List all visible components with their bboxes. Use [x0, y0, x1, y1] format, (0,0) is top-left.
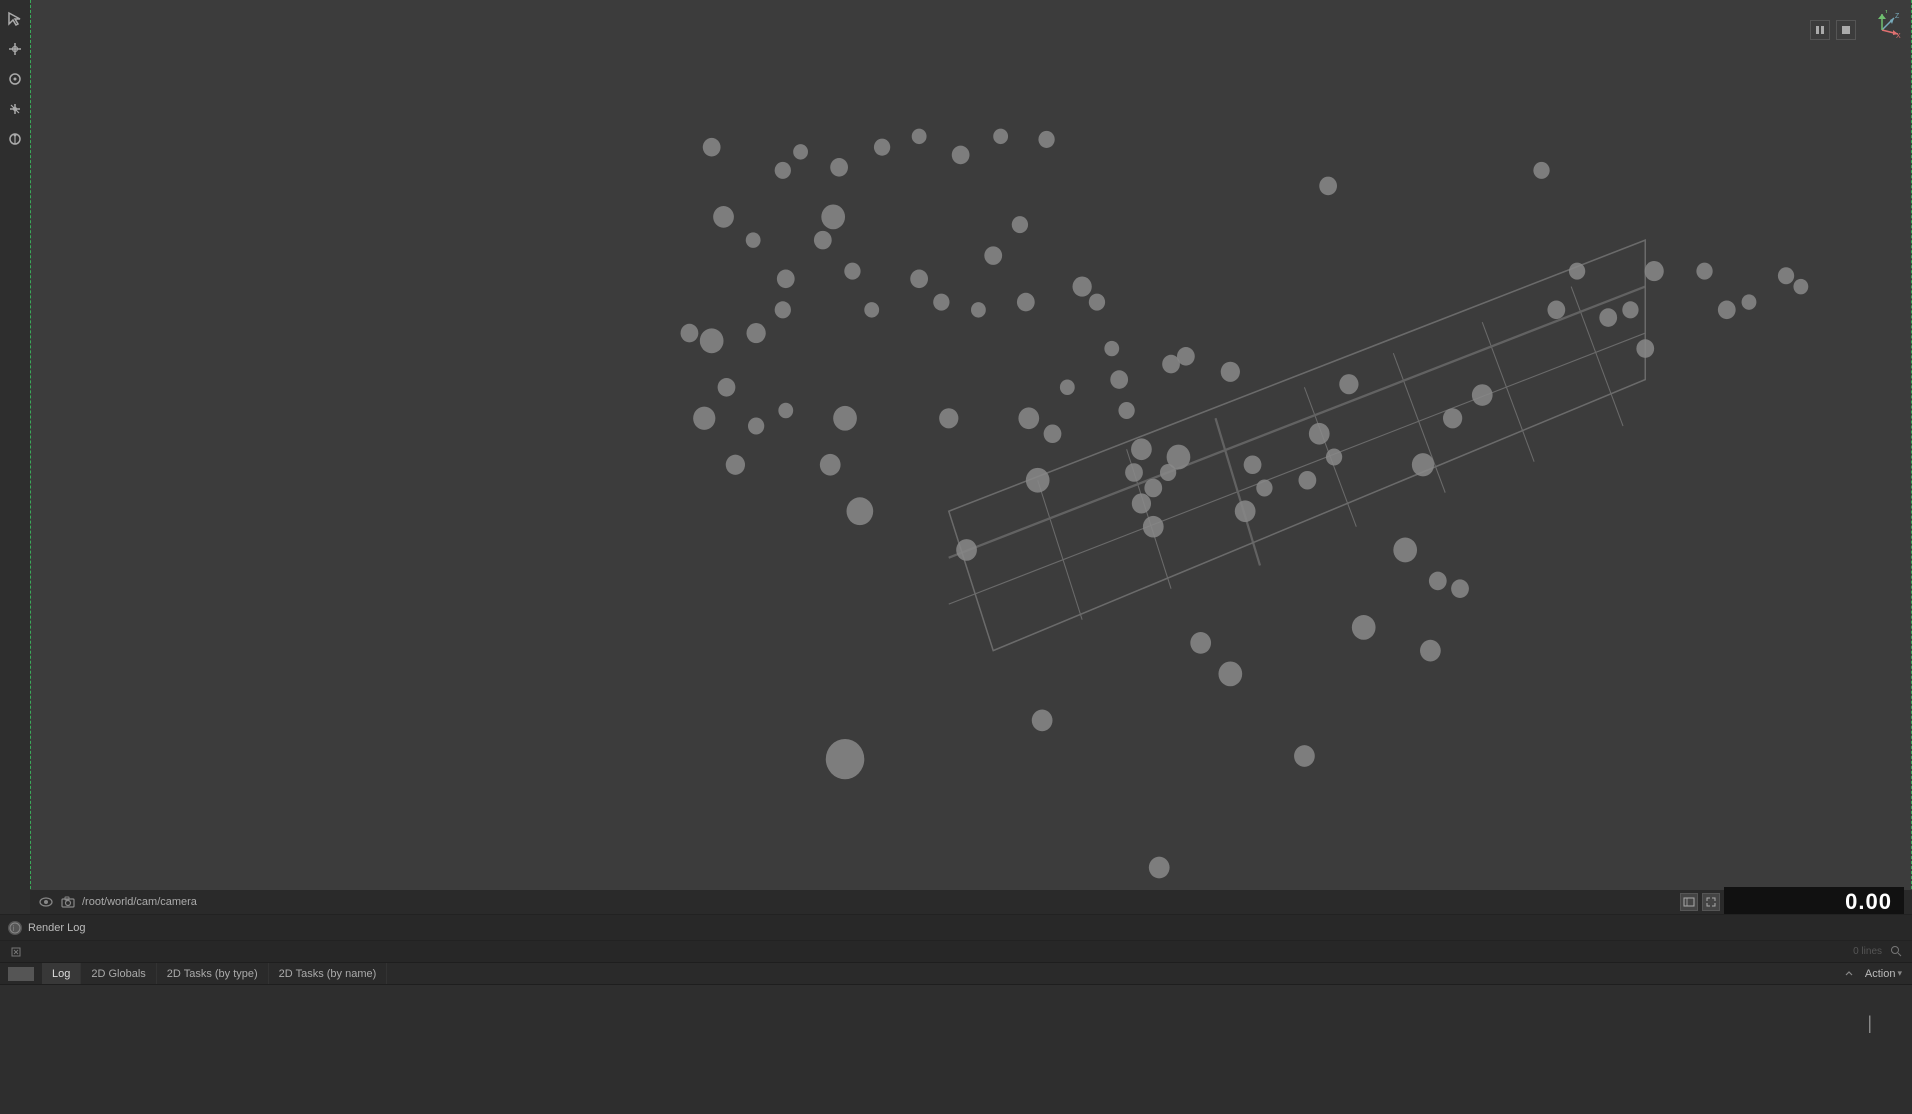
color-bar [8, 967, 34, 981]
bottom-panel-tabs: Log 2D Globals 2D Tasks (by type) 2D Tas… [42, 963, 1912, 984]
tab-2d-globals[interactable]: 2D Globals [81, 963, 156, 984]
action-label: Action [1865, 968, 1896, 980]
render-log-icon: i [8, 921, 22, 935]
camera-icon[interactable] [60, 894, 76, 910]
rotate-icon[interactable] [4, 68, 26, 90]
viewport[interactable]: X Y Z [30, 0, 1912, 914]
time-display: 0.00 [1724, 887, 1904, 914]
expand-button[interactable] [1702, 893, 1720, 911]
tab-2d-tasks-type[interactable]: 2D Tasks (by type) [157, 963, 269, 984]
bottom-secondary-toolbar: 0 lines [0, 941, 1912, 963]
top-area: X Y Z [0, 0, 1912, 914]
search-button[interactable] [1890, 945, 1904, 959]
app-layout: X Y Z [0, 0, 1912, 1114]
viewport-bottom-bar: /root/world/cam/camera [30, 890, 1912, 914]
svg-text:X: X [1896, 33, 1901, 40]
bottom-content-area: | [0, 985, 1912, 1114]
3d-scene [30, 0, 1912, 914]
axis-indicator: X Y Z [1862, 10, 1902, 50]
viewport-bottom-left: /root/world/cam/camera [38, 894, 1672, 910]
viewport-border-left [30, 0, 31, 914]
text-cursor: | [1867, 1013, 1872, 1034]
lines-count: 0 lines [1853, 946, 1882, 957]
eye-icon[interactable] [38, 894, 54, 910]
time-whole: 0 [1845, 889, 1858, 914]
left-toolbar [0, 0, 30, 914]
group-icon[interactable] [4, 128, 26, 150]
viewport-bottom-right: 0.00 [1680, 887, 1904, 914]
svg-text:Y: Y [1884, 10, 1889, 15]
select-icon[interactable] [4, 8, 26, 30]
svg-text:Z: Z [1895, 13, 1900, 20]
clear-button[interactable] [8, 944, 24, 960]
pause-button[interactable] [1810, 20, 1830, 40]
render-log-title: Render Log [28, 922, 86, 934]
time-decimal: .00 [1858, 889, 1892, 914]
tab-2d-tasks-name[interactable]: 2D Tasks (by name) [269, 963, 388, 984]
scale-icon[interactable] [4, 98, 26, 120]
tab-log[interactable]: Log [42, 963, 81, 984]
transform-icon[interactable] [4, 38, 26, 60]
collapse-button[interactable] [1841, 966, 1857, 982]
camera-path: /root/world/cam/camera [82, 896, 197, 908]
svg-text:i: i [13, 924, 15, 933]
secondary-toolbar-right: 0 lines [1853, 945, 1904, 959]
bottom-panel: i Render Log 0 lines [0, 914, 1912, 1114]
stop-button[interactable] [1836, 20, 1856, 40]
action-dropdown[interactable]: Action ▾ [1861, 968, 1906, 980]
aspect-ratio-button[interactable] [1680, 893, 1698, 911]
viewport-controls: X Y Z [1810, 10, 1902, 50]
render-log-header: i Render Log [0, 915, 1912, 941]
chevron-down-icon: ▾ [1897, 968, 1902, 979]
